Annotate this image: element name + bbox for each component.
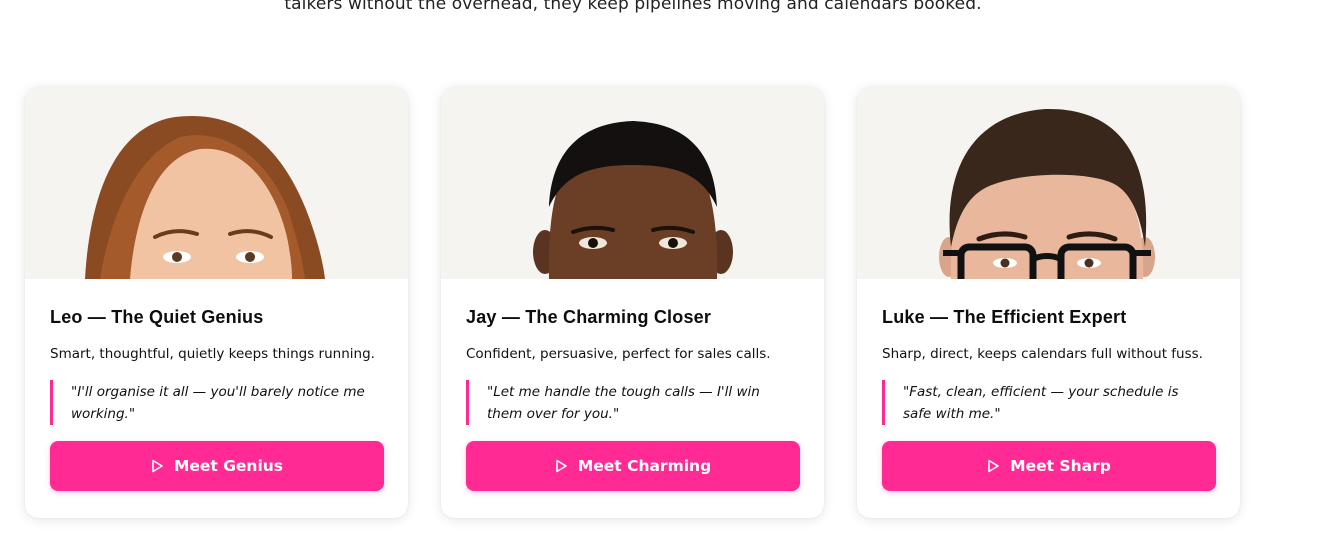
avatar-photo-jay <box>441 87 824 279</box>
meet-genius-button[interactable]: Meet Genius <box>50 441 384 491</box>
card-description: Smart, thoughtful, quietly keeps things … <box>50 346 375 362</box>
card-quote: "I'll organise it all — you'll barely no… <box>50 380 384 425</box>
play-icon <box>555 459 568 473</box>
button-label: Meet Sharp <box>1010 457 1111 475</box>
meet-sharp-button[interactable]: Meet Sharp <box>882 441 1216 491</box>
play-icon <box>151 459 164 473</box>
card-title: Luke — The Efficient Expert <box>882 307 1127 327</box>
card-title: Jay — The Charming Closer <box>466 307 712 327</box>
card-description: Sharp, direct, keeps calendars full with… <box>882 346 1203 362</box>
meet-charming-button[interactable]: Meet Charming <box>466 441 800 491</box>
persona-cards: Leo — The Quiet Genius Smart, thoughtful… <box>25 87 1240 518</box>
card-title: Leo — The Quiet Genius <box>50 307 264 327</box>
persona-card-luke: Luke — The Efficient Expert Sharp, direc… <box>857 87 1240 518</box>
card-quote: "Fast, clean, efficient — your schedule … <box>882 380 1216 425</box>
persona-card-jay: Jay — The Charming Closer Confident, per… <box>441 87 824 518</box>
intro-text: talkers without the overhead, they keep … <box>284 0 982 14</box>
avatar-photo-luke <box>857 87 1240 279</box>
button-label: Meet Charming <box>577 457 712 475</box>
persona-card-leo: Leo — The Quiet Genius Smart, thoughtful… <box>25 87 408 518</box>
card-quote: "Let me handle the tough calls — I'll wi… <box>466 380 800 425</box>
card-description: Confident, persuasive, perfect for sales… <box>466 346 771 362</box>
avatar-photo-leo <box>25 87 408 279</box>
play-icon <box>987 459 1000 473</box>
button-label: Meet Genius <box>173 457 284 475</box>
